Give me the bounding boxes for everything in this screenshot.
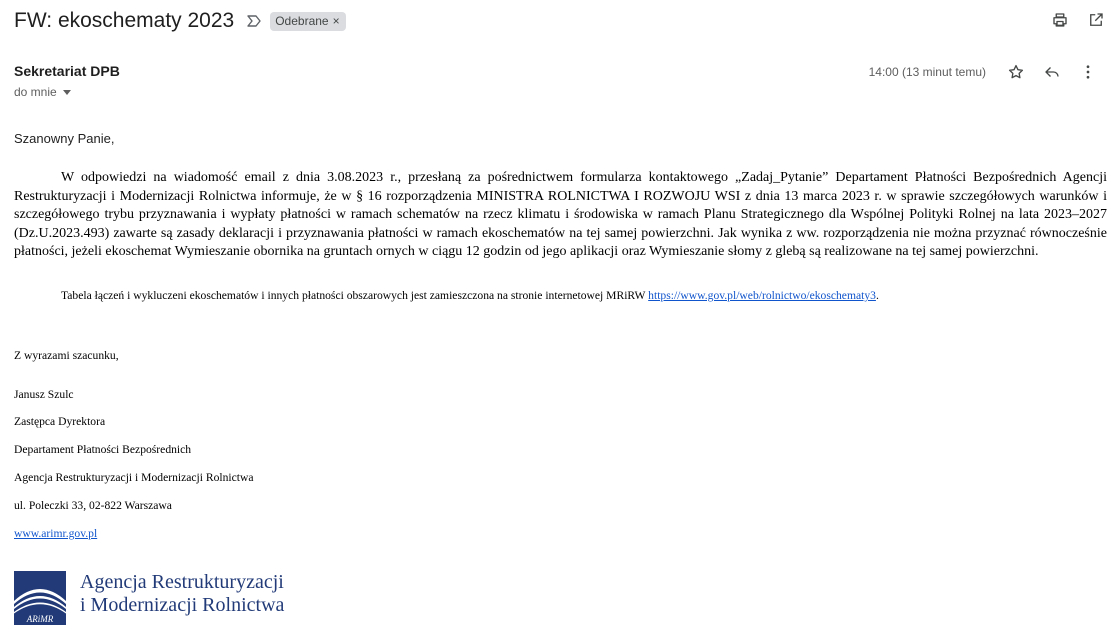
importance-marker-icon[interactable] xyxy=(246,14,262,28)
signature-name: Janusz Szulc xyxy=(14,388,74,401)
star-icon[interactable] xyxy=(998,62,1034,82)
reply-icon[interactable] xyxy=(1034,62,1070,82)
chevron-down-icon xyxy=(62,89,71,95)
email-subject: FW: ekoschematy 2023 xyxy=(14,9,235,32)
sender-row: Sekretariat DPB xyxy=(14,63,120,81)
table-note: Tabela łączeń i wykluczeni ekoschematów … xyxy=(61,289,879,302)
ekoschematy-link[interactable]: https://www.gov.pl/web/rolnictwo/ekosche… xyxy=(648,289,876,302)
label-chip-inbox[interactable]: Odebrane × xyxy=(270,11,346,31)
greeting: Szanowny Panie, xyxy=(14,131,115,146)
more-options-icon[interactable] xyxy=(1070,62,1106,82)
arimr-logo: ARiMR Agencja Restrukturyzacji i Moderni… xyxy=(14,571,284,625)
logo-line-2: i Modernizacji Rolnictwa xyxy=(80,594,285,616)
signature-agency: Agencja Restrukturyzacji i Modernizacji … xyxy=(14,471,254,484)
logo-text: Agencja Restrukturyzacji i Modernizacji … xyxy=(80,571,284,625)
message-meta: 14:00 (13 minut temu) xyxy=(869,62,1106,82)
logo-line-1: Agencja Restrukturyzacji xyxy=(80,571,284,593)
open-in-new-window-icon[interactable] xyxy=(1078,10,1114,30)
thread-actions xyxy=(1042,10,1114,30)
signature-website: www.arimr.gov.pl xyxy=(14,527,97,540)
recipient-label: do mnie xyxy=(14,85,57,99)
sender-name[interactable]: Sekretariat DPB xyxy=(14,63,120,79)
print-icon[interactable] xyxy=(1042,10,1078,30)
remove-label-icon[interactable]: × xyxy=(333,14,340,29)
subject-row: FW: ekoschematy 2023 Odebrane × xyxy=(14,6,346,36)
message-body-paragraph: W odpowiedzi na wiadomość email z dnia 3… xyxy=(14,170,1107,260)
message-time: 14:00 (13 minut temu) xyxy=(868,65,986,79)
label-chip-text: Odebrane xyxy=(275,13,329,28)
signature-department: Departament Płatności Bezpośrednich xyxy=(14,443,192,456)
signature-address: ul. Poleczki 33, 02-822 Warszawa xyxy=(14,499,172,512)
svg-text:ARiMR: ARiMR xyxy=(26,614,54,624)
signature-closing: Z wyrazami szacunku, xyxy=(14,349,119,362)
recipient-details-toggle[interactable]: do mnie xyxy=(14,85,71,99)
table-note-end: . xyxy=(875,289,879,302)
arimr-emblem-icon: ARiMR xyxy=(14,571,66,625)
website-link[interactable]: www.arimr.gov.pl xyxy=(14,527,97,540)
signature-position: Zastępca Dyrektora xyxy=(14,415,106,428)
table-note-text: Tabela łączeń i wykluczeni ekoschematów … xyxy=(61,289,649,302)
